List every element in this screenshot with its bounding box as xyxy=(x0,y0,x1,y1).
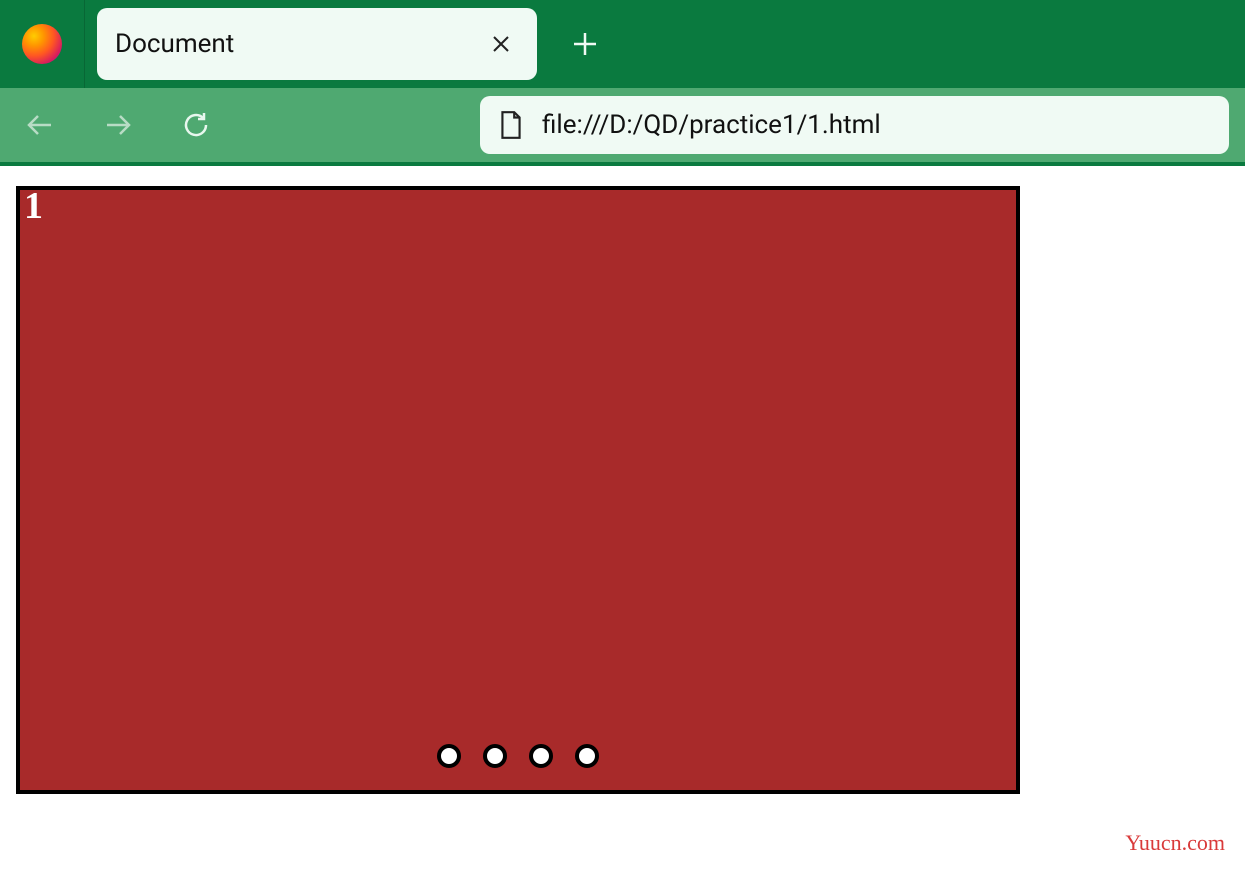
new-tab-button[interactable] xyxy=(565,24,605,64)
file-icon xyxy=(498,110,524,140)
carousel-dots xyxy=(437,744,599,768)
watermark-text: Yuucn.com xyxy=(1125,830,1225,856)
carousel-dot-3[interactable] xyxy=(529,744,553,768)
tab-close-button[interactable] xyxy=(483,26,519,62)
tab-title: Document xyxy=(115,29,234,59)
back-button[interactable] xyxy=(16,101,64,149)
slide-number: 1 xyxy=(24,184,43,228)
url-text: file:///D:/QD/practice1/1.html xyxy=(542,110,881,140)
browser-toolbar: file:///D:/QD/practice1/1.html xyxy=(0,88,1245,166)
carousel-dot-1[interactable] xyxy=(437,744,461,768)
active-tab[interactable]: Document xyxy=(97,8,537,80)
firefox-logo-icon xyxy=(22,24,62,64)
reload-icon xyxy=(181,110,211,140)
page-content: 1 xyxy=(0,166,1245,814)
arrow-right-icon xyxy=(103,110,133,140)
carousel-dot-4[interactable] xyxy=(575,744,599,768)
address-bar[interactable]: file:///D:/QD/practice1/1.html xyxy=(480,96,1229,154)
arrow-left-icon xyxy=(25,110,55,140)
browser-tab-strip: Document xyxy=(0,0,1245,88)
tab-separator xyxy=(84,0,85,88)
forward-button[interactable] xyxy=(94,101,142,149)
plus-icon xyxy=(572,31,598,57)
close-icon xyxy=(491,34,511,54)
carousel-dot-2[interactable] xyxy=(483,744,507,768)
reload-button[interactable] xyxy=(172,101,220,149)
carousel: 1 xyxy=(16,186,1020,794)
